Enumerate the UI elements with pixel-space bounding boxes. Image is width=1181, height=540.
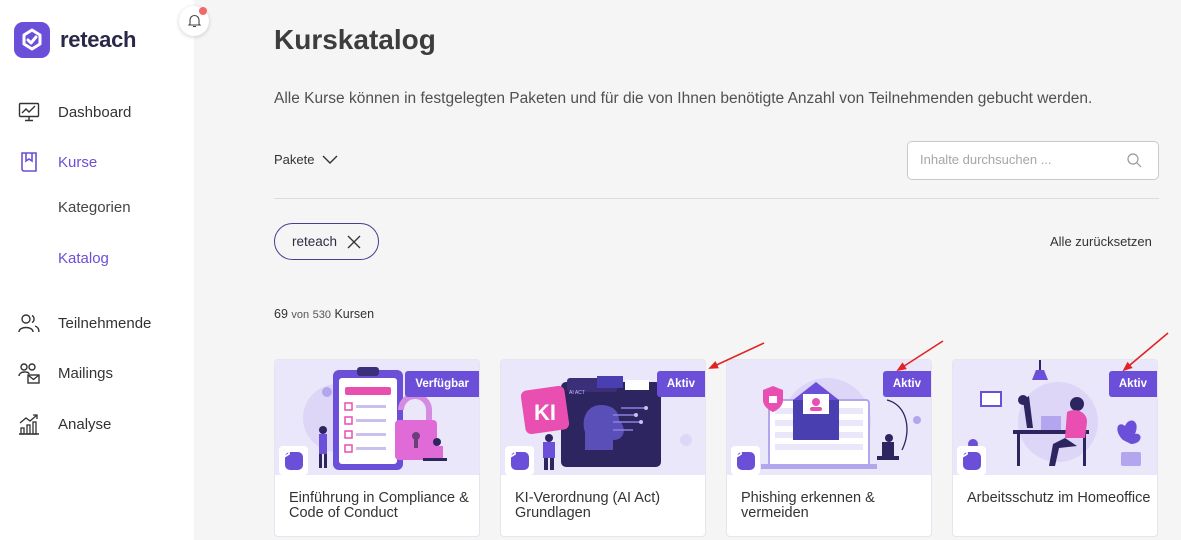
main-content: Kurskatalog Alle Kurse können in festgel… xyxy=(194,0,1181,540)
notification-unread-dot xyxy=(199,7,207,15)
sidebar-item-kurse[interactable]: Kurse xyxy=(0,147,194,177)
reteach-provider-icon xyxy=(958,446,981,470)
result-count-total: 530 xyxy=(312,309,331,321)
reteach-provider-icon xyxy=(506,446,529,470)
sidebar-item-label: Mailings xyxy=(58,364,114,382)
ai-label: KI xyxy=(534,400,556,425)
result-count-unit: Kursen xyxy=(334,307,375,321)
sidebar-item-label: Analyse xyxy=(58,415,112,433)
provider-logo xyxy=(279,446,308,475)
course-image-homeoffice: Aktiv xyxy=(953,360,1157,475)
pakete-filter-dropdown[interactable]: Pakete xyxy=(274,152,338,167)
sidebar-item-label: Dashboard xyxy=(58,103,132,121)
course-status-badge: Aktiv xyxy=(882,371,931,397)
course-status-badge: Verfügbar xyxy=(405,371,479,397)
course-card[interactable]: Verfügbar Einführung in Compliance & Cod… xyxy=(274,359,480,537)
book-icon xyxy=(18,151,40,173)
close-icon[interactable] xyxy=(347,235,361,249)
sidebar-subitem-kategorien[interactable]: Kategorien xyxy=(58,199,131,216)
course-image-ai-act: KI AI ACT Aktiv xyxy=(501,360,705,475)
reset-filters-link[interactable]: Alle zurücksetzen xyxy=(1050,234,1152,249)
provider-logo xyxy=(505,446,534,475)
course-title: Arbeitsschutz im Homeoffice xyxy=(967,490,1151,506)
brand-logo[interactable]: reteach xyxy=(14,22,136,58)
pakete-filter-label: Pakete xyxy=(274,152,315,167)
sidebar: reteach Dashboard Kurse Kategorien Katal… xyxy=(0,0,194,540)
result-count: 69 von 530 Kursen xyxy=(274,307,374,321)
reteach-provider-icon xyxy=(280,446,303,470)
course-image-compliance: Verfügbar xyxy=(275,360,479,475)
course-card[interactable]: Aktiv Phishing erkennen & vermeiden xyxy=(726,359,932,537)
notification-bell-button[interactable] xyxy=(179,6,209,36)
brand-name: reteach xyxy=(60,27,137,52)
provider-logo xyxy=(957,446,986,475)
sidebar-item-label: Teilnehmende xyxy=(58,314,152,332)
sidebar-item-analyse[interactable]: Analyse xyxy=(0,409,194,439)
filter-divider xyxy=(274,198,1159,199)
provider-logo xyxy=(731,446,760,475)
course-image-phishing: Aktiv xyxy=(727,360,931,475)
mailing-icon xyxy=(18,362,40,384)
sidebar-item-dashboard[interactable]: Dashboard xyxy=(0,97,194,127)
filter-chip-label: reteach xyxy=(291,234,338,249)
filter-chip-reteach[interactable]: reteach xyxy=(274,223,379,260)
analytics-icon xyxy=(18,413,40,435)
result-count-shown: 69 xyxy=(274,307,288,321)
result-count-separator: von xyxy=(291,309,310,321)
sidebar-item-teilnehmende[interactable]: Teilnehmende xyxy=(0,308,194,338)
course-card[interactable]: Aktiv Arbeitsschutz im Homeoffice xyxy=(952,359,1158,537)
search-input[interactable] xyxy=(920,152,1120,167)
sidebar-item-mailings[interactable]: Mailings xyxy=(0,358,194,388)
course-title: Phishing erkennen & vermeiden xyxy=(741,490,875,521)
course-card[interactable]: KI AI ACT Aktiv KI-Verordnung (AI Act) G… xyxy=(500,359,706,537)
ai-act-label: AI ACT xyxy=(569,390,585,396)
reteach-logo-icon xyxy=(14,22,50,58)
sidebar-subitem-katalog[interactable]: Katalog xyxy=(58,250,109,267)
course-status-badge: Aktiv xyxy=(1108,371,1157,397)
course-title: Einführung in Compliance & Code of Condu… xyxy=(289,490,469,521)
users-icon xyxy=(18,312,40,334)
course-status-badge: Aktiv xyxy=(656,371,705,397)
reteach-provider-icon xyxy=(732,446,755,470)
page-title: Kurskatalog xyxy=(274,24,436,55)
dashboard-icon xyxy=(18,101,40,123)
page-description: Alle Kurse können in festgelegten Pakete… xyxy=(274,90,1093,107)
chevron-down-icon xyxy=(322,155,338,164)
search-field[interactable] xyxy=(907,141,1159,180)
sidebar-item-label: Kurse xyxy=(58,153,98,171)
course-title: KI-Verordnung (AI Act) Grundlagen xyxy=(515,490,661,521)
search-icon[interactable] xyxy=(1127,153,1142,168)
bell-icon xyxy=(187,14,201,28)
